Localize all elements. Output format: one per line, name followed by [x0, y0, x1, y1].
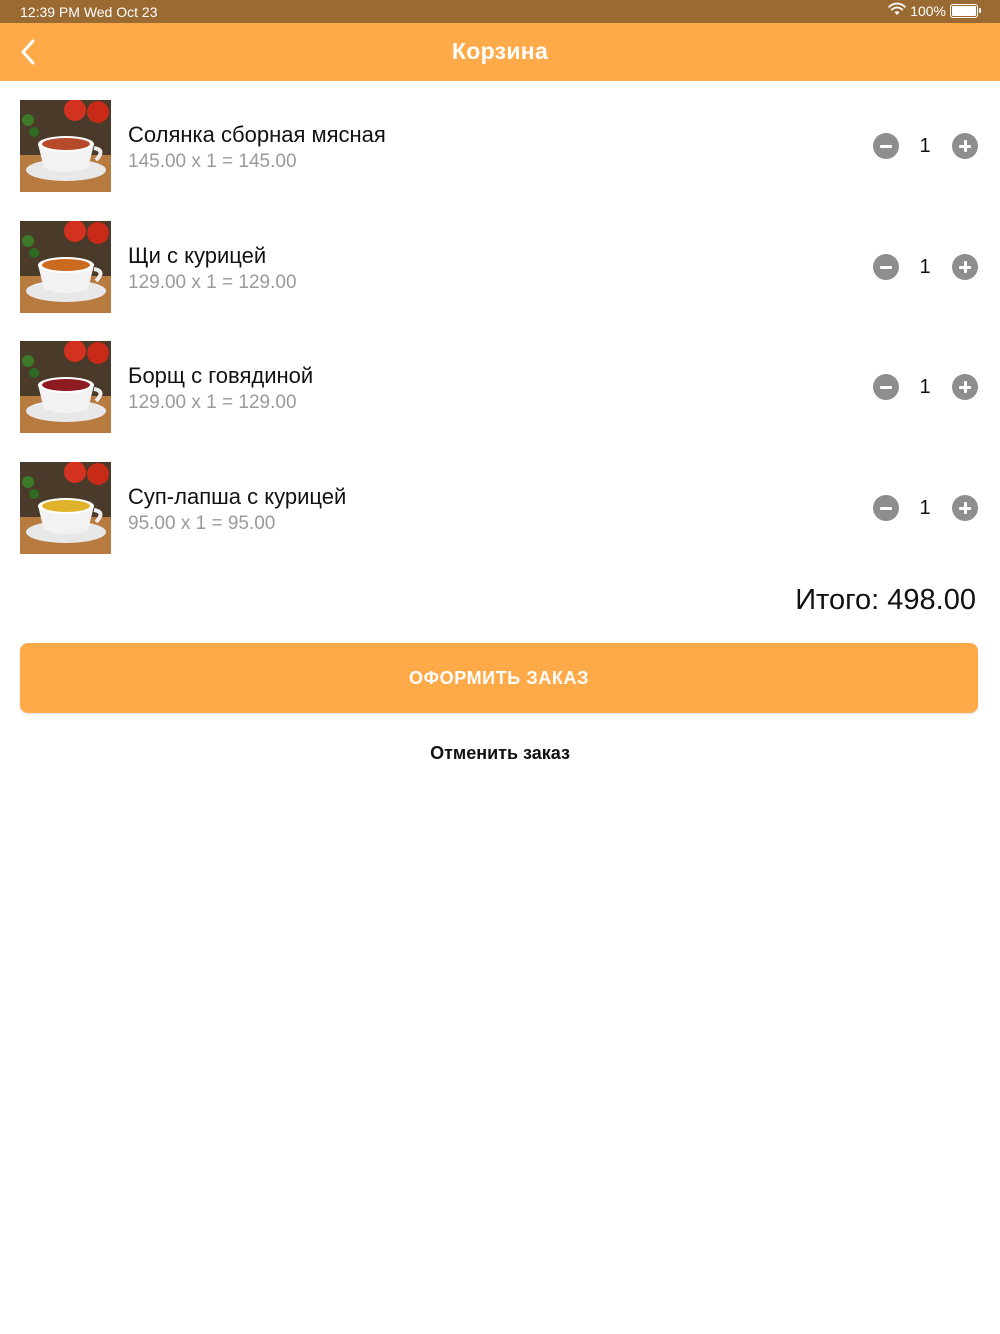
item-name: Борщ с говядиной: [128, 363, 314, 388]
item-image: [20, 462, 111, 554]
decrease-quantity-button[interactable]: [873, 254, 899, 280]
item-quantity: 1: [919, 256, 931, 278]
cart-item: Суп-лапша с курицей 95.00 x 1 = 95.00 1: [0, 462, 1000, 554]
item-quantity: 1: [919, 135, 931, 157]
navigation-bar: Корзина: [0, 23, 1000, 81]
item-image: [20, 100, 111, 192]
item-quantity: 1: [919, 497, 931, 519]
item-price-calc: 129.00 x 1 = 129.00: [128, 272, 297, 293]
decrease-quantity-button[interactable]: [873, 495, 899, 521]
increase-quantity-button[interactable]: [952, 254, 978, 280]
status-time: 12:39 PM Wed Oct 23: [20, 4, 158, 20]
cart-item: Щи с курицей 129.00 x 1 = 129.00 1: [0, 221, 1000, 313]
decrease-quantity-button[interactable]: [873, 133, 899, 159]
item-name: Суп-лапша с курицей: [128, 484, 347, 509]
item-name: Солянка сборная мясная: [128, 122, 386, 147]
page-title: Корзина: [451, 38, 549, 64]
item-name: Щи с курицей: [128, 243, 267, 268]
item-image: [20, 221, 111, 313]
status-indicators: 100%: [888, 2, 981, 19]
item-price-calc: 95.00 x 1 = 95.00: [128, 513, 276, 534]
battery-percent: 100%: [910, 2, 946, 19]
cancel-order-link[interactable]: Отменить заказ: [0, 743, 1000, 764]
increase-quantity-button[interactable]: [952, 374, 978, 400]
checkout-button[interactable]: ОФОРМИТЬ ЗАКАЗ: [20, 643, 978, 713]
status-bar: 12:39 PM Wed Oct 23 100%: [0, 0, 1000, 23]
checkout-button-label: ОФОРМИТЬ ЗАКАЗ: [409, 667, 589, 688]
item-price-calc: 129.00 x 1 = 129.00: [128, 392, 297, 413]
order-total: Итого: 498.00: [795, 584, 976, 616]
battery-icon: [950, 3, 981, 18]
cart-item: Борщ с говядиной 129.00 x 1 = 129.00 1: [0, 341, 1000, 433]
decrease-quantity-button[interactable]: [873, 374, 899, 400]
increase-quantity-button[interactable]: [952, 133, 978, 159]
cart-item: Солянка сборная мясная 145.00 x 1 = 145.…: [0, 100, 1000, 192]
increase-quantity-button[interactable]: [952, 495, 978, 521]
wifi-icon: [888, 2, 906, 19]
item-quantity: 1: [919, 376, 931, 398]
item-image: [20, 341, 111, 433]
item-price-calc: 145.00 x 1 = 145.00: [128, 151, 297, 172]
